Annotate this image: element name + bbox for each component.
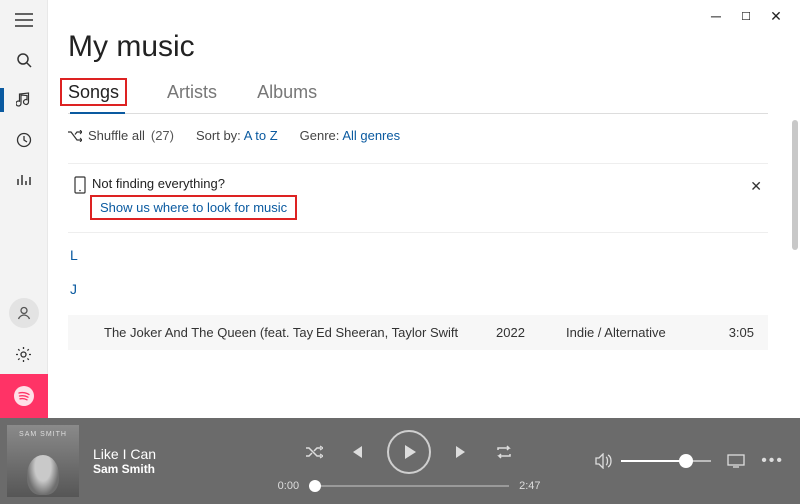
song-artist: Ed Sheeran, Taylor Swift — [316, 325, 496, 340]
tab-songs[interactable]: Songs — [68, 82, 127, 113]
main-content: My music Songs Artists Albums Shuffle al… — [48, 0, 788, 418]
nowplaying-icon[interactable] — [0, 160, 48, 200]
shuffle-icon[interactable] — [303, 441, 325, 463]
song-year: 2022 — [496, 325, 566, 340]
track-info: Like I Can Sam Smith — [93, 446, 223, 476]
close-icon[interactable]: ✕ — [750, 178, 762, 195]
volume-control[interactable] — [595, 453, 711, 469]
time-total: 2:47 — [519, 480, 540, 492]
song-title: The Joker And The Queen (feat. Tay — [76, 325, 316, 340]
account-icon[interactable] — [9, 298, 39, 328]
letter-heading-L[interactable]: L — [70, 247, 768, 263]
search-icon[interactable] — [0, 40, 48, 80]
tabs: Songs Artists Albums — [68, 82, 768, 114]
settings-icon[interactable] — [0, 334, 48, 374]
prev-icon[interactable] — [345, 441, 367, 463]
hamburger-icon[interactable] — [0, 0, 48, 40]
filter-bar: Shuffle all (27) Sort by: A to Z Genre: … — [68, 128, 768, 143]
letter-heading-J[interactable]: J — [70, 281, 768, 297]
genre-filter[interactable]: Genre: All genres — [300, 128, 400, 143]
song-duration: 3:05 — [712, 325, 760, 340]
scrollbar[interactable] — [792, 120, 798, 250]
song-genre: Indie / Alternative — [566, 325, 712, 340]
cast-icon[interactable] — [727, 454, 745, 468]
time-elapsed: 0:00 — [278, 480, 299, 492]
volume-icon — [595, 453, 613, 469]
my-music-icon[interactable] — [0, 80, 48, 120]
shuffle-all-button[interactable]: Shuffle all (27) — [68, 128, 174, 143]
device-icon — [68, 176, 92, 194]
sidebar — [0, 0, 48, 418]
now-playing-artist: Sam Smith — [93, 462, 223, 476]
sort-by[interactable]: Sort by: A to Z — [196, 128, 278, 143]
notice-question: Not finding everything? — [92, 176, 768, 191]
repeat-icon[interactable] — [493, 441, 515, 463]
tab-artists[interactable]: Artists — [167, 82, 217, 113]
progress-bar[interactable]: 0:00 2:47 — [278, 480, 541, 492]
next-icon[interactable] — [451, 441, 473, 463]
song-row[interactable]: The Joker And The Queen (feat. Tay Ed Sh… — [68, 315, 768, 350]
album-art[interactable] — [7, 425, 79, 497]
tab-albums[interactable]: Albums — [257, 82, 317, 113]
page-title: My music — [68, 30, 768, 64]
shuffle-icon — [68, 130, 82, 142]
now-playing-title: Like I Can — [93, 446, 223, 462]
player-bar: Like I Can Sam Smith 0:00 2:47 — [0, 418, 800, 504]
more-icon[interactable]: ••• — [761, 452, 784, 470]
play-icon[interactable] — [387, 430, 431, 474]
recent-icon[interactable] — [0, 120, 48, 160]
show-us-where-link[interactable]: Show us where to look for music — [90, 195, 297, 220]
find-music-notice: Not finding everything? Show us where to… — [68, 163, 768, 233]
spotify-icon[interactable] — [0, 374, 48, 418]
